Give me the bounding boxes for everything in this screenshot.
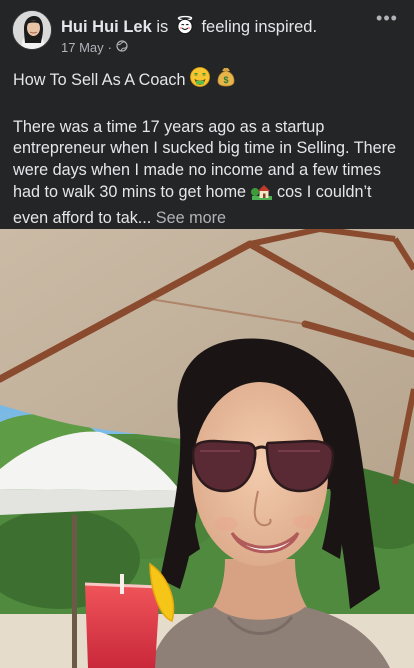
author-avatar[interactable] (12, 10, 52, 50)
post-timestamp[interactable]: 17 May (61, 40, 104, 55)
see-more-link[interactable]: See more (156, 209, 226, 227)
post-author-line: Hui Hui Lek is feeling inspired. (61, 15, 317, 40)
money-bag-icon: $ (215, 66, 237, 95)
house-with-garden-icon (250, 181, 273, 208)
post-header: Hui Hui Lek is feeling inspired. 17 May … (0, 0, 414, 60)
more-options-button[interactable]: ••• (374, 8, 400, 28)
post-meta: 17 May · (61, 40, 128, 55)
author-name[interactable]: Hui Hui Lek (61, 18, 152, 36)
post-photo[interactable] (0, 229, 414, 668)
meta-separator: · (107, 40, 112, 55)
money-mouth-face-icon (189, 66, 211, 95)
post-body: There was a time 17 years ago as a start… (13, 117, 403, 230)
svg-text:$: $ (224, 75, 229, 85)
smiling-face-with-halo-icon (175, 15, 195, 40)
post-title: How To Sell As A Coach (13, 70, 186, 89)
post-card: Hui Hui Lek is feeling inspired. 17 May … (0, 0, 414, 668)
globe-icon (116, 40, 128, 55)
author-verb: is (156, 18, 169, 36)
feeling-text: feeling inspired. (201, 18, 318, 36)
post-text: How To Sell As A Coach $ There was a tim (13, 66, 403, 229)
